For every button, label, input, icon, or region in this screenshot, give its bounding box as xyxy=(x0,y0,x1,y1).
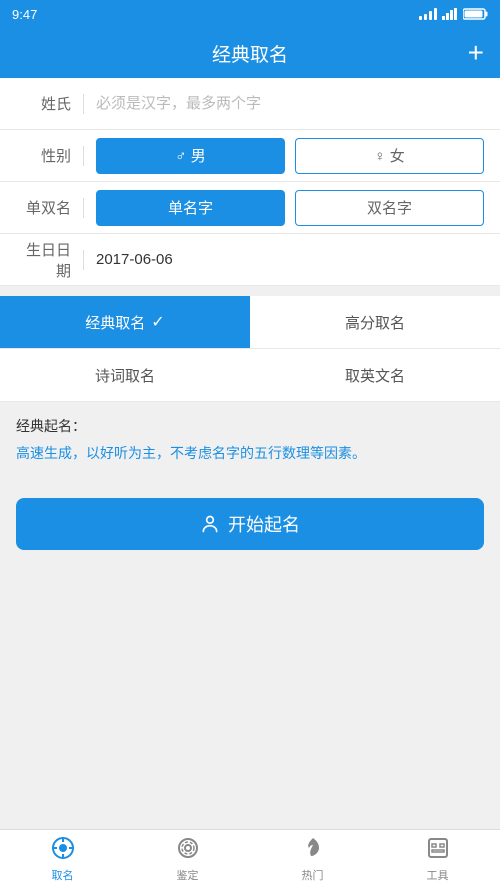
naming-row-2: 诗词取名 取英文名 xyxy=(0,349,500,402)
desc-content: 高速生成，以好听为主，不考虑名字的五行数理等因素。 xyxy=(16,442,484,464)
divider4 xyxy=(83,250,84,270)
birthday-value: 2017-06-06 xyxy=(96,251,484,268)
gender-male-button[interactable]: ♂ 男 xyxy=(96,138,285,174)
double-name-button[interactable]: 双名字 xyxy=(295,190,484,226)
nav-label-appraise: 鉴定 xyxy=(177,867,199,883)
gender-row: 性别 ♂ 男 ♀ 女 xyxy=(0,130,500,182)
wifi-icon xyxy=(442,8,458,20)
status-bar: 9:47 xyxy=(0,0,500,28)
divider2 xyxy=(83,146,84,166)
high-score-naming-button[interactable]: 高分取名 xyxy=(250,296,500,348)
name-type-row: 单双名 单名字 双名字 xyxy=(0,182,500,234)
nav-item-hot[interactable]: 热门 xyxy=(250,830,375,889)
naming-type-section: 经典取名 ✓ 高分取名 诗词取名 取英文名 xyxy=(0,296,500,402)
nav-item-tools[interactable]: 工具 xyxy=(375,830,500,889)
english-naming-button[interactable]: 取英文名 xyxy=(250,349,500,401)
hot-nav-icon xyxy=(301,836,325,864)
surname-label: 姓氏 xyxy=(16,93,71,114)
surname-input[interactable] xyxy=(96,95,484,112)
start-button-area: 开始起名 xyxy=(0,478,500,570)
gender-label: 性别 xyxy=(16,145,71,166)
signal-icon xyxy=(419,8,437,20)
name-type-label: 单双名 xyxy=(16,197,71,218)
app-header: 经典取名 + xyxy=(0,28,500,78)
poetry-naming-button[interactable]: 诗词取名 xyxy=(0,349,250,401)
description-area: 经典起名： 高速生成，以好听为主，不考虑名字的五行数理等因素。 xyxy=(0,402,500,478)
status-right xyxy=(419,8,488,20)
nav-label-naming: 取名 xyxy=(52,867,74,883)
start-button-label: 开始起名 xyxy=(228,511,300,537)
battery-icon xyxy=(463,8,488,20)
gender-toggle-group: ♂ 男 ♀ 女 xyxy=(96,138,484,174)
surname-row: 姓氏 xyxy=(0,78,500,130)
divider xyxy=(83,94,84,114)
name-type-toggle-group: 单名字 双名字 xyxy=(96,190,484,226)
gender-female-button[interactable]: ♀ 女 xyxy=(295,138,484,174)
form-area: 姓氏 性别 ♂ 男 ♀ 女 单双名 单名字 双名字 生日日期 2017-06-0… xyxy=(0,78,500,286)
nav-item-naming[interactable]: 取名 xyxy=(0,830,125,889)
nav-label-hot: 热门 xyxy=(302,867,324,883)
status-time: 9:47 xyxy=(12,7,37,22)
nav-item-appraise[interactable]: 鉴定 xyxy=(125,830,250,889)
appraise-nav-icon xyxy=(176,836,200,864)
divider3 xyxy=(83,198,84,218)
bottom-nav: 取名 鉴定 热门 工具 xyxy=(0,829,500,889)
header-title: 经典取名 xyxy=(212,40,288,67)
tools-nav-icon xyxy=(426,836,450,864)
person-icon xyxy=(200,514,220,534)
naming-row-1: 经典取名 ✓ 高分取名 xyxy=(0,296,500,349)
start-button[interactable]: 开始起名 xyxy=(16,498,484,550)
classic-naming-button[interactable]: 经典取名 ✓ xyxy=(0,296,250,348)
nav-label-tools: 工具 xyxy=(427,867,449,883)
single-name-button[interactable]: 单名字 xyxy=(96,190,285,226)
desc-title: 经典起名： xyxy=(16,416,484,436)
birthday-row[interactable]: 生日日期 2017-06-06 xyxy=(0,234,500,286)
naming-nav-icon xyxy=(51,836,75,864)
add-button[interactable]: + xyxy=(468,39,484,67)
birthday-label: 生日日期 xyxy=(16,239,71,281)
check-icon: ✓ xyxy=(151,312,164,332)
